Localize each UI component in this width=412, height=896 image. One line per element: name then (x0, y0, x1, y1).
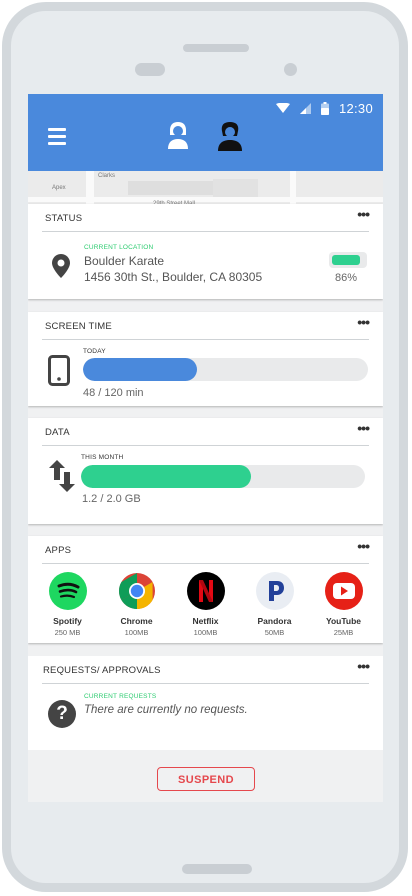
card-title: STATUS (45, 213, 83, 224)
app-size: 50MB (264, 628, 285, 637)
status-bar: 12:30 (275, 100, 373, 116)
card-title: REQUESTS/ APPROVALS (43, 665, 161, 676)
app-size: 100MB (124, 628, 149, 637)
location-name: Boulder Karate (84, 254, 165, 268)
phone-icon (48, 355, 70, 386)
period-label: THIS MONTH (81, 454, 124, 461)
card-title: DATA (45, 427, 70, 438)
data-usage-progress (81, 465, 365, 488)
app-name: Pandora (257, 616, 292, 626)
data-card: DATA ••• THIS MONTH 1.2 / 2.0 GB (28, 418, 383, 524)
help-question-icon: ? (48, 700, 76, 728)
app-size: 25MB (333, 628, 354, 637)
card-title: SCREEN TIME (45, 321, 112, 332)
card-header: APPS ••• (42, 536, 370, 564)
card-header: SCREEN TIME ••• (42, 312, 370, 340)
battery-level-fill (332, 255, 360, 265)
more-options-button[interactable]: ••• (357, 538, 370, 554)
screen-time-progress-fill (83, 358, 197, 381)
home-button[interactable] (182, 864, 252, 874)
location-address: 1456 30th St., Boulder, CA 80305 (84, 270, 263, 284)
app-name: YouTube (325, 616, 362, 626)
battery-indicator (329, 252, 367, 268)
card-header: STATUS ••• (42, 204, 370, 232)
child-avatar-girl-icon[interactable] (167, 121, 189, 149)
pandora-icon (255, 572, 294, 610)
screen-time-progress (83, 358, 368, 381)
battery-percent: 86% (335, 272, 358, 284)
menu-button[interactable] (48, 128, 66, 146)
card-header: REQUESTS/ APPROVALS ••• (42, 656, 370, 684)
menu-icon-bar (48, 135, 66, 138)
screen-time-usage: 48 / 120 min (83, 387, 144, 399)
requests-card: REQUESTS/ APPROVALS ••• ? CURRENT REQUES… (28, 656, 383, 750)
app-item-youtube[interactable]: YouTube 25MB (313, 572, 375, 637)
data-usage-progress-fill (81, 465, 252, 488)
location-pin-icon (52, 254, 70, 278)
screen-time-card: SCREEN TIME ••• TODAY 48 / 120 min (28, 312, 383, 406)
child-avatar-boy-icon[interactable] (216, 121, 244, 151)
app-screen: 12:30 Clarks Apex 29th Street Mall (28, 94, 383, 802)
youtube-icon (324, 572, 363, 610)
app-size: 250 MB (54, 628, 81, 637)
app-list: Spotify 250 MB Chrome 100MB Netflix 100M… (28, 572, 383, 637)
app-item-spotify[interactable]: Spotify 250 MB (37, 572, 99, 637)
more-options-button[interactable]: ••• (357, 314, 370, 330)
no-requests-text: There are currently no requests. (84, 704, 248, 716)
wifi-icon (275, 102, 290, 113)
signal-icon (299, 102, 311, 114)
menu-icon-bar (48, 142, 66, 145)
front-sensor (135, 63, 165, 76)
current-location-label: CURRENT LOCATION (84, 244, 154, 251)
app-item-pandora[interactable]: Pandora 50MB (244, 572, 306, 637)
spotify-icon (48, 572, 87, 610)
apps-card: APPS ••• Spotify 250 MB Chrome 100MB Net… (28, 536, 383, 643)
more-options-button[interactable]: ••• (357, 420, 370, 436)
map-label: Clarks (98, 173, 116, 179)
front-camera (284, 63, 297, 76)
netflix-icon (186, 572, 225, 610)
speaker-grille (183, 44, 249, 52)
app-item-chrome[interactable]: Chrome 100MB (106, 572, 168, 637)
data-transfer-icon (49, 460, 75, 492)
map-label: Apex (52, 185, 66, 191)
app-item-netflix[interactable]: Netflix 100MB (175, 572, 237, 637)
clock: 12:30 (338, 100, 373, 116)
app-name: Netflix (192, 616, 219, 626)
status-card: STATUS ••• CURRENT LOCATION Boulder Kara… (28, 204, 383, 299)
app-name: Chrome (120, 616, 153, 626)
period-label: TODAY (83, 348, 106, 355)
current-requests-label: CURRENT REQUESTS (84, 693, 157, 700)
chrome-icon (118, 572, 156, 610)
suspend-button[interactable]: SUSPEND (157, 767, 255, 791)
card-title: APPS (45, 545, 72, 556)
data-usage: 1.2 / 2.0 GB (82, 493, 141, 505)
app-bar: 12:30 (28, 94, 383, 171)
more-options-button[interactable]: ••• (357, 658, 370, 674)
app-size: 100MB (193, 628, 218, 637)
more-options-button[interactable]: ••• (357, 206, 370, 222)
card-header: DATA ••• (42, 418, 370, 446)
menu-icon-bar (48, 128, 66, 131)
app-name: Spotify (53, 616, 82, 626)
battery-icon (320, 101, 329, 115)
